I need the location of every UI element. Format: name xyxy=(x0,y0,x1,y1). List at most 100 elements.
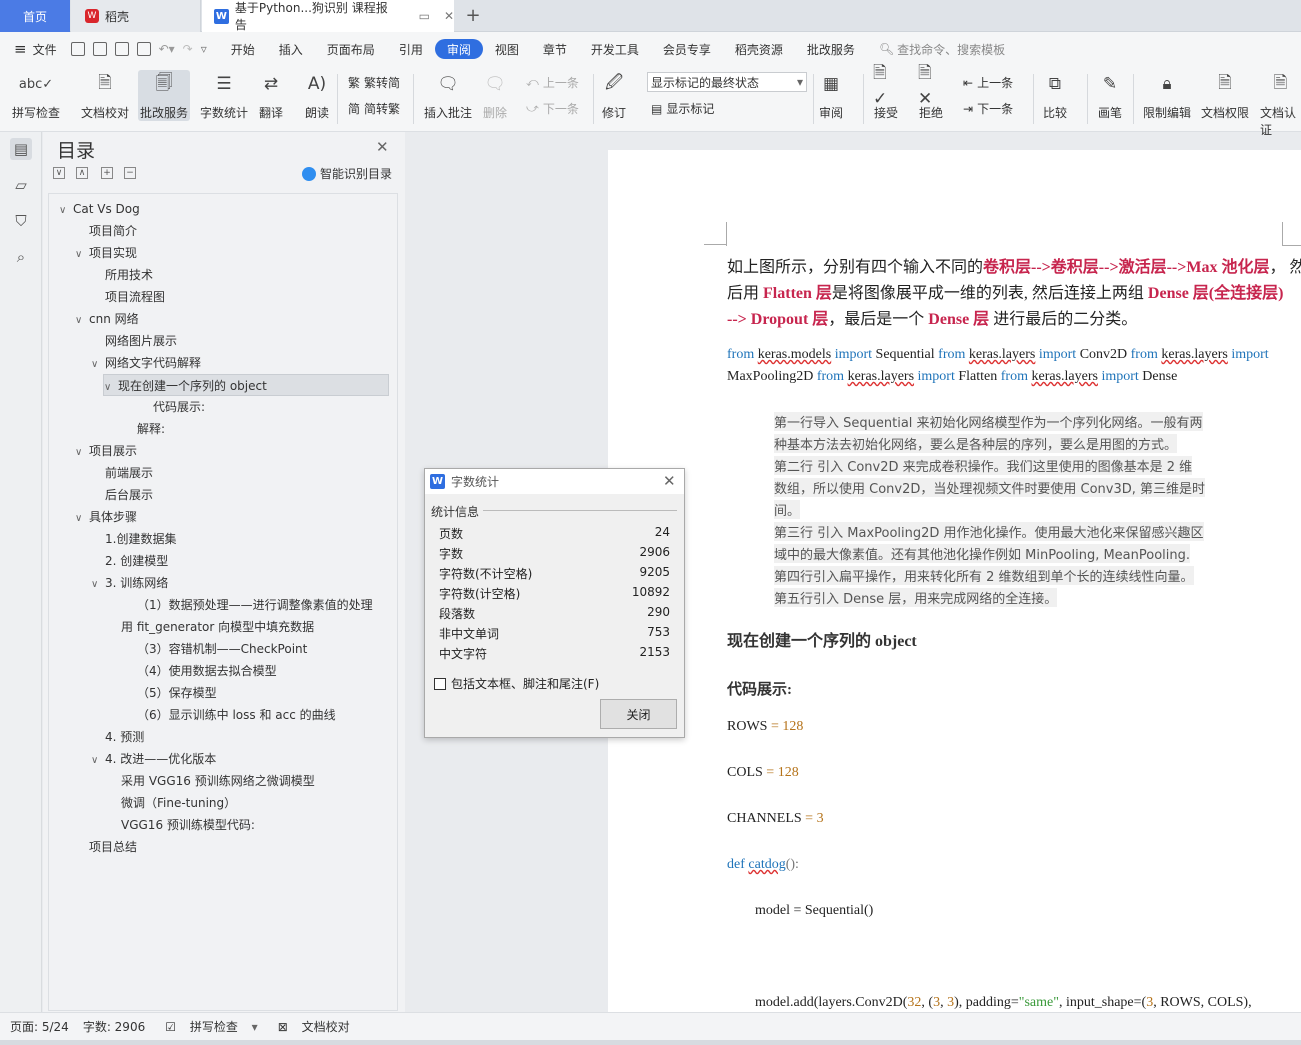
remove-heading-icon[interactable]: − xyxy=(124,167,136,179)
word-count-button[interactable]: ☰ 字数统计 xyxy=(200,70,248,121)
tab-home[interactable]: 首页 xyxy=(0,0,70,32)
read-aloud-button[interactable]: A) 朗读 xyxy=(304,70,330,121)
document-page[interactable]: 如上图所示，分别有四个输入不同的卷积层-->卷积层-->激活层-->Max 池化… xyxy=(608,150,1301,1012)
checkbox-box[interactable] xyxy=(434,677,446,690)
command-search[interactable]: 查找命令、搜索模板 xyxy=(897,41,1005,58)
delete-comment-button[interactable]: 🗨 删除 xyxy=(482,70,508,121)
spell-check-button[interactable]: abc✓ 拼写检查 xyxy=(12,70,60,121)
toc-item[interactable]: ∨ 现在创建一个序列的 object xyxy=(103,374,389,396)
hamburger-icon[interactable]: ≡ xyxy=(14,40,27,58)
chevron-down-icon[interactable]: ∨ xyxy=(75,508,89,530)
menu-item[interactable]: 页面布局 xyxy=(315,39,387,59)
chevron-down-icon[interactable]: ∨ xyxy=(75,442,89,464)
save-icon[interactable] xyxy=(70,42,85,56)
toc-item[interactable]: VGG16 预训练模型代码: xyxy=(107,814,255,836)
expand-all-icon[interactable]: ∧ xyxy=(76,167,88,179)
menu-item[interactable]: 视图 xyxy=(483,39,531,59)
accept-button[interactable]: 🗎✓ 接受 xyxy=(873,63,899,121)
toc-item[interactable]: 2. 创建模型 xyxy=(91,550,168,572)
screen-icon[interactable]: ▭ xyxy=(419,9,430,23)
tab-document[interactable]: W 基于Python...狗识别 课程报告 ▭ ✕ xyxy=(202,0,454,32)
menu-item[interactable]: 稻壳资源 xyxy=(723,39,795,59)
insert-comment-button[interactable]: 🗨 插入批注 xyxy=(424,70,472,121)
print-preview-icon[interactable] xyxy=(136,42,151,56)
toc-item[interactable]: 项目总结 xyxy=(75,836,137,858)
menu-item[interactable]: 审阅 xyxy=(434,39,483,59)
markup-state-select[interactable]: 显示标记的最终状态 ▾ xyxy=(647,72,807,92)
toc-item[interactable]: ∨ 网络文字代码解释 xyxy=(91,352,201,374)
toc-item[interactable]: ∨ 具体步骤 xyxy=(75,506,137,528)
chevron-down-icon[interactable]: ∨ xyxy=(75,244,89,266)
close-icon[interactable]: ✕ xyxy=(376,138,389,156)
tab-daoke[interactable]: W 稻壳 xyxy=(71,0,201,32)
toc-item[interactable]: 4. 预测 xyxy=(91,726,144,748)
add-heading-icon[interactable]: + xyxy=(101,167,113,179)
next-change-button[interactable]: ⇥ 下一条 xyxy=(963,100,1013,117)
toc-item[interactable]: （1）数据预处理——进行调整像素值的处理 xyxy=(123,594,373,616)
chevron-down-icon[interactable]: ∨ xyxy=(75,310,89,332)
chevron-down-icon[interactable]: ∨ xyxy=(91,750,105,772)
toc-item[interactable]: 采用 VGG16 预训练网络之微调模型 xyxy=(107,770,315,792)
doc-cert-button[interactable]: 🗎 文档认证 xyxy=(1260,70,1301,138)
menu-item[interactable]: 章节 xyxy=(531,39,579,59)
nav-panel-icon[interactable]: ▱ xyxy=(10,174,32,196)
chevron-down-icon[interactable]: ∨ xyxy=(91,574,105,596)
doc-proof-button[interactable]: 🗎 文档校对 xyxy=(81,70,129,121)
toc-item[interactable]: （4）使用数据去拟合模型 xyxy=(123,660,277,682)
toc-item[interactable]: 后台展示 xyxy=(91,484,153,506)
toc-item[interactable]: 项目流程图 xyxy=(91,286,165,308)
toc-item[interactable]: 网络图片展示 xyxy=(91,330,177,352)
toc-item[interactable]: 1.创建数据集 xyxy=(91,528,176,550)
doc-proof-status[interactable]: ⊠ 文档校对 xyxy=(268,1018,350,1035)
menu-item[interactable]: 批改服务 xyxy=(795,39,867,59)
include-footnotes-checkbox[interactable]: 包括文本框、脚注和尾注(F) xyxy=(434,675,599,692)
toc-item[interactable]: 前端展示 xyxy=(91,462,153,484)
toc-item[interactable]: ∨ 3. 训练网络 xyxy=(91,572,168,594)
menu-item[interactable]: 插入 xyxy=(267,39,315,59)
toc-item[interactable]: 项目简介 xyxy=(75,220,137,242)
print-icon[interactable] xyxy=(114,42,129,56)
toc-item[interactable]: 代码展示: xyxy=(139,396,205,418)
smart-toc-button[interactable]: 智能识别目录 xyxy=(302,165,392,182)
toc-item[interactable]: 用 fit_generator 向模型中填充数据 xyxy=(107,616,314,638)
toc-item[interactable]: ∨ 项目展示 xyxy=(75,440,137,462)
chevron-down-icon[interactable]: ∨ xyxy=(91,354,105,376)
show-markup-button[interactable]: ▤ 显示标记 xyxy=(651,100,714,117)
menu-item[interactable]: 开发工具 xyxy=(579,39,651,59)
trad-to-simp-button[interactable]: 繁繁转简 xyxy=(348,74,400,91)
file-menu[interactable]: 文件 xyxy=(33,41,57,58)
menu-item[interactable]: 会员专享 xyxy=(651,39,723,59)
next-comment-button[interactable]: ⤻ 下一条 xyxy=(526,100,579,117)
undo-icon[interactable]: ↶▾ xyxy=(159,42,175,56)
new-tab-icon[interactable]: + xyxy=(462,4,484,26)
chevron-down-icon[interactable]: ∨ xyxy=(59,200,73,222)
toc-item[interactable]: ∨ Cat Vs Dog xyxy=(59,198,140,220)
prev-change-button[interactable]: ⇤ 上一条 xyxy=(963,74,1013,91)
pen-button[interactable]: ✎ 画笔 xyxy=(1097,70,1123,121)
review-service-button[interactable]: 🗐 批改服务 xyxy=(138,70,191,121)
export-icon[interactable] xyxy=(92,42,107,56)
customize-icon[interactable]: ▿ xyxy=(201,42,207,56)
toc-item[interactable]: ∨ cnn 网络 xyxy=(75,308,139,330)
menu-item[interactable]: 开始 xyxy=(219,39,267,59)
track-changes-button[interactable]: 🖉 修订 xyxy=(601,70,627,121)
spell-check-status[interactable]: ☑ 拼写检查 ▾ xyxy=(155,1018,257,1035)
translate-button[interactable]: ⇄ 翻译 xyxy=(258,70,284,121)
toc-item[interactable]: 所用技术 xyxy=(91,264,153,286)
chevron-down-icon[interactable]: ∨ xyxy=(104,377,118,399)
collapse-all-icon[interactable]: ∨ xyxy=(53,167,65,179)
word-count-indicator[interactable]: 字数: 2906 xyxy=(83,1018,145,1035)
toc-item[interactable]: 解释: xyxy=(123,418,165,440)
restrict-edit-button[interactable]: 🔒︎ 限制编辑 xyxy=(1143,70,1191,121)
toc-item[interactable]: ∨ 项目实现 xyxy=(75,242,137,264)
close-button[interactable]: 关闭 xyxy=(600,699,677,729)
toc-item[interactable]: ∨ 4. 改进——优化版本 xyxy=(91,748,216,770)
toc-panel-icon[interactable]: ▤ xyxy=(10,138,32,160)
toc-item[interactable]: 微调（Fine-tuning） xyxy=(107,792,236,814)
compare-button[interactable]: ⧉ 比较 xyxy=(1042,70,1068,121)
prev-comment-button[interactable]: ⤺ 上一条 xyxy=(526,74,579,91)
review-pane-button[interactable]: ▦ 审阅 xyxy=(818,70,844,121)
close-tab-icon[interactable]: ✕ xyxy=(444,9,454,23)
close-icon[interactable]: ✕ xyxy=(663,472,676,490)
bookmark-icon[interactable]: ⛉ xyxy=(10,210,32,232)
